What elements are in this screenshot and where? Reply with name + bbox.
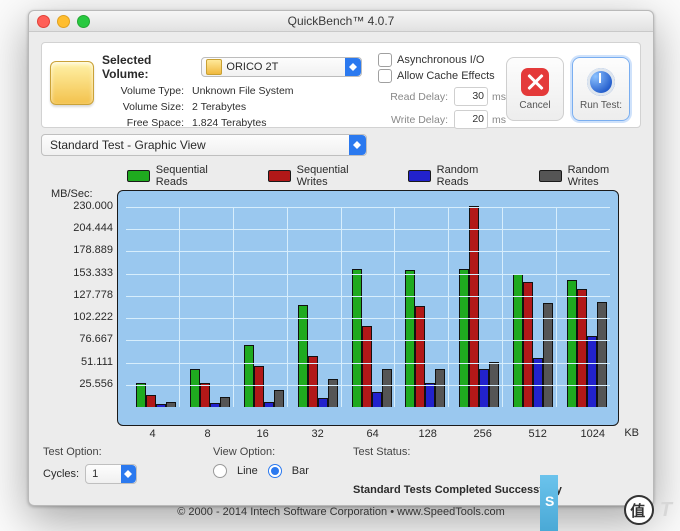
app-window: QuickBench™ 4.0.7 Selected Volume: ORICO… <box>28 10 654 506</box>
volume-select[interactable]: ORICO 2T <box>201 57 362 77</box>
checkbox-icon <box>378 53 392 67</box>
test-option-label: Test Option: <box>43 446 213 458</box>
write-delay-label: Write Delay: <box>378 114 448 126</box>
options-column: Asynchronous I/O Allow Cache Effects Rea… <box>378 53 506 129</box>
window-title: QuickBench™ 4.0.7 <box>29 14 653 28</box>
titlebar: QuickBench™ 4.0.7 <box>29 11 653 32</box>
chevron-updown-icon <box>349 135 366 155</box>
test-status-label: Test Status: <box>353 446 639 458</box>
volume-mini-icon <box>206 59 222 75</box>
free-space-value: 1.824 Terabytes <box>192 117 267 129</box>
run-test-button[interactable]: Run Test: <box>572 57 630 121</box>
y-axis-label: MB/Sec: <box>51 188 93 200</box>
cache-effects-checkbox[interactable]: Allow Cache Effects <box>378 69 506 83</box>
header-panel: Selected Volume: ORICO 2T Volume Type: Un… <box>41 42 641 128</box>
status-text: Standard Tests Completed Successfully <box>353 484 639 496</box>
bar-radio[interactable] <box>268 464 282 478</box>
view-option-label: View Option: <box>213 446 353 458</box>
legend-swatch-seq-writes <box>268 170 291 182</box>
chart-legend: Sequential Reads Sequential Writes Rando… <box>43 162 639 190</box>
chart: Sequential Reads Sequential Writes Rando… <box>43 162 639 440</box>
selected-volume-label: Selected Volume: <box>102 53 193 81</box>
drive-icon <box>50 61 94 105</box>
async-io-checkbox[interactable]: Asynchronous I/O <box>378 53 506 67</box>
watermark-text: T <box>660 499 674 522</box>
zhi-badge-icon: 值 <box>624 495 654 525</box>
plot-area <box>117 190 619 426</box>
volume-type-value: Unknown File System <box>192 85 294 97</box>
volume-size-value: 2 Terabytes <box>192 101 246 113</box>
legend-swatch-seq-reads <box>127 170 150 182</box>
stopwatch-icon <box>587 68 615 96</box>
write-delay-input[interactable]: 20 <box>454 110 488 129</box>
line-radio[interactable] <box>213 464 227 478</box>
watermark: 值 T <box>624 495 674 525</box>
test-view-select[interactable]: Standard Test - Graphic View <box>41 134 367 156</box>
read-delay-label: Read Delay: <box>378 91 448 103</box>
watermark-stripe <box>540 475 558 531</box>
x-axis-ticks: 481632641282565121024 <box>125 428 620 440</box>
volume-info: Selected Volume: ORICO 2T Volume Type: Un… <box>102 53 362 129</box>
read-delay-input[interactable]: 30 <box>454 87 488 106</box>
cancel-button[interactable]: Cancel <box>506 57 564 121</box>
cycles-label: Cycles: <box>43 468 79 480</box>
legend-swatch-rand-reads <box>408 170 431 182</box>
volume-size-label: Volume Size: <box>102 101 184 113</box>
volume-type-label: Volume Type: <box>102 85 184 97</box>
chevron-updown-icon <box>121 465 136 483</box>
copyright: © 2000 - 2014 Intech Software Corporatio… <box>29 506 653 518</box>
legend-swatch-rand-writes <box>539 170 562 182</box>
cancel-icon <box>521 68 549 96</box>
chevron-updown-icon <box>345 58 361 76</box>
cycles-select[interactable]: 1 <box>85 464 137 484</box>
read-delay-unit: ms <box>492 91 506 103</box>
x-axis-unit: KB <box>624 427 639 439</box>
free-space-label: Free Space: <box>102 117 184 129</box>
write-delay-unit: ms <box>492 114 506 126</box>
checkbox-icon <box>378 69 392 83</box>
volume-name: ORICO 2T <box>226 61 345 73</box>
